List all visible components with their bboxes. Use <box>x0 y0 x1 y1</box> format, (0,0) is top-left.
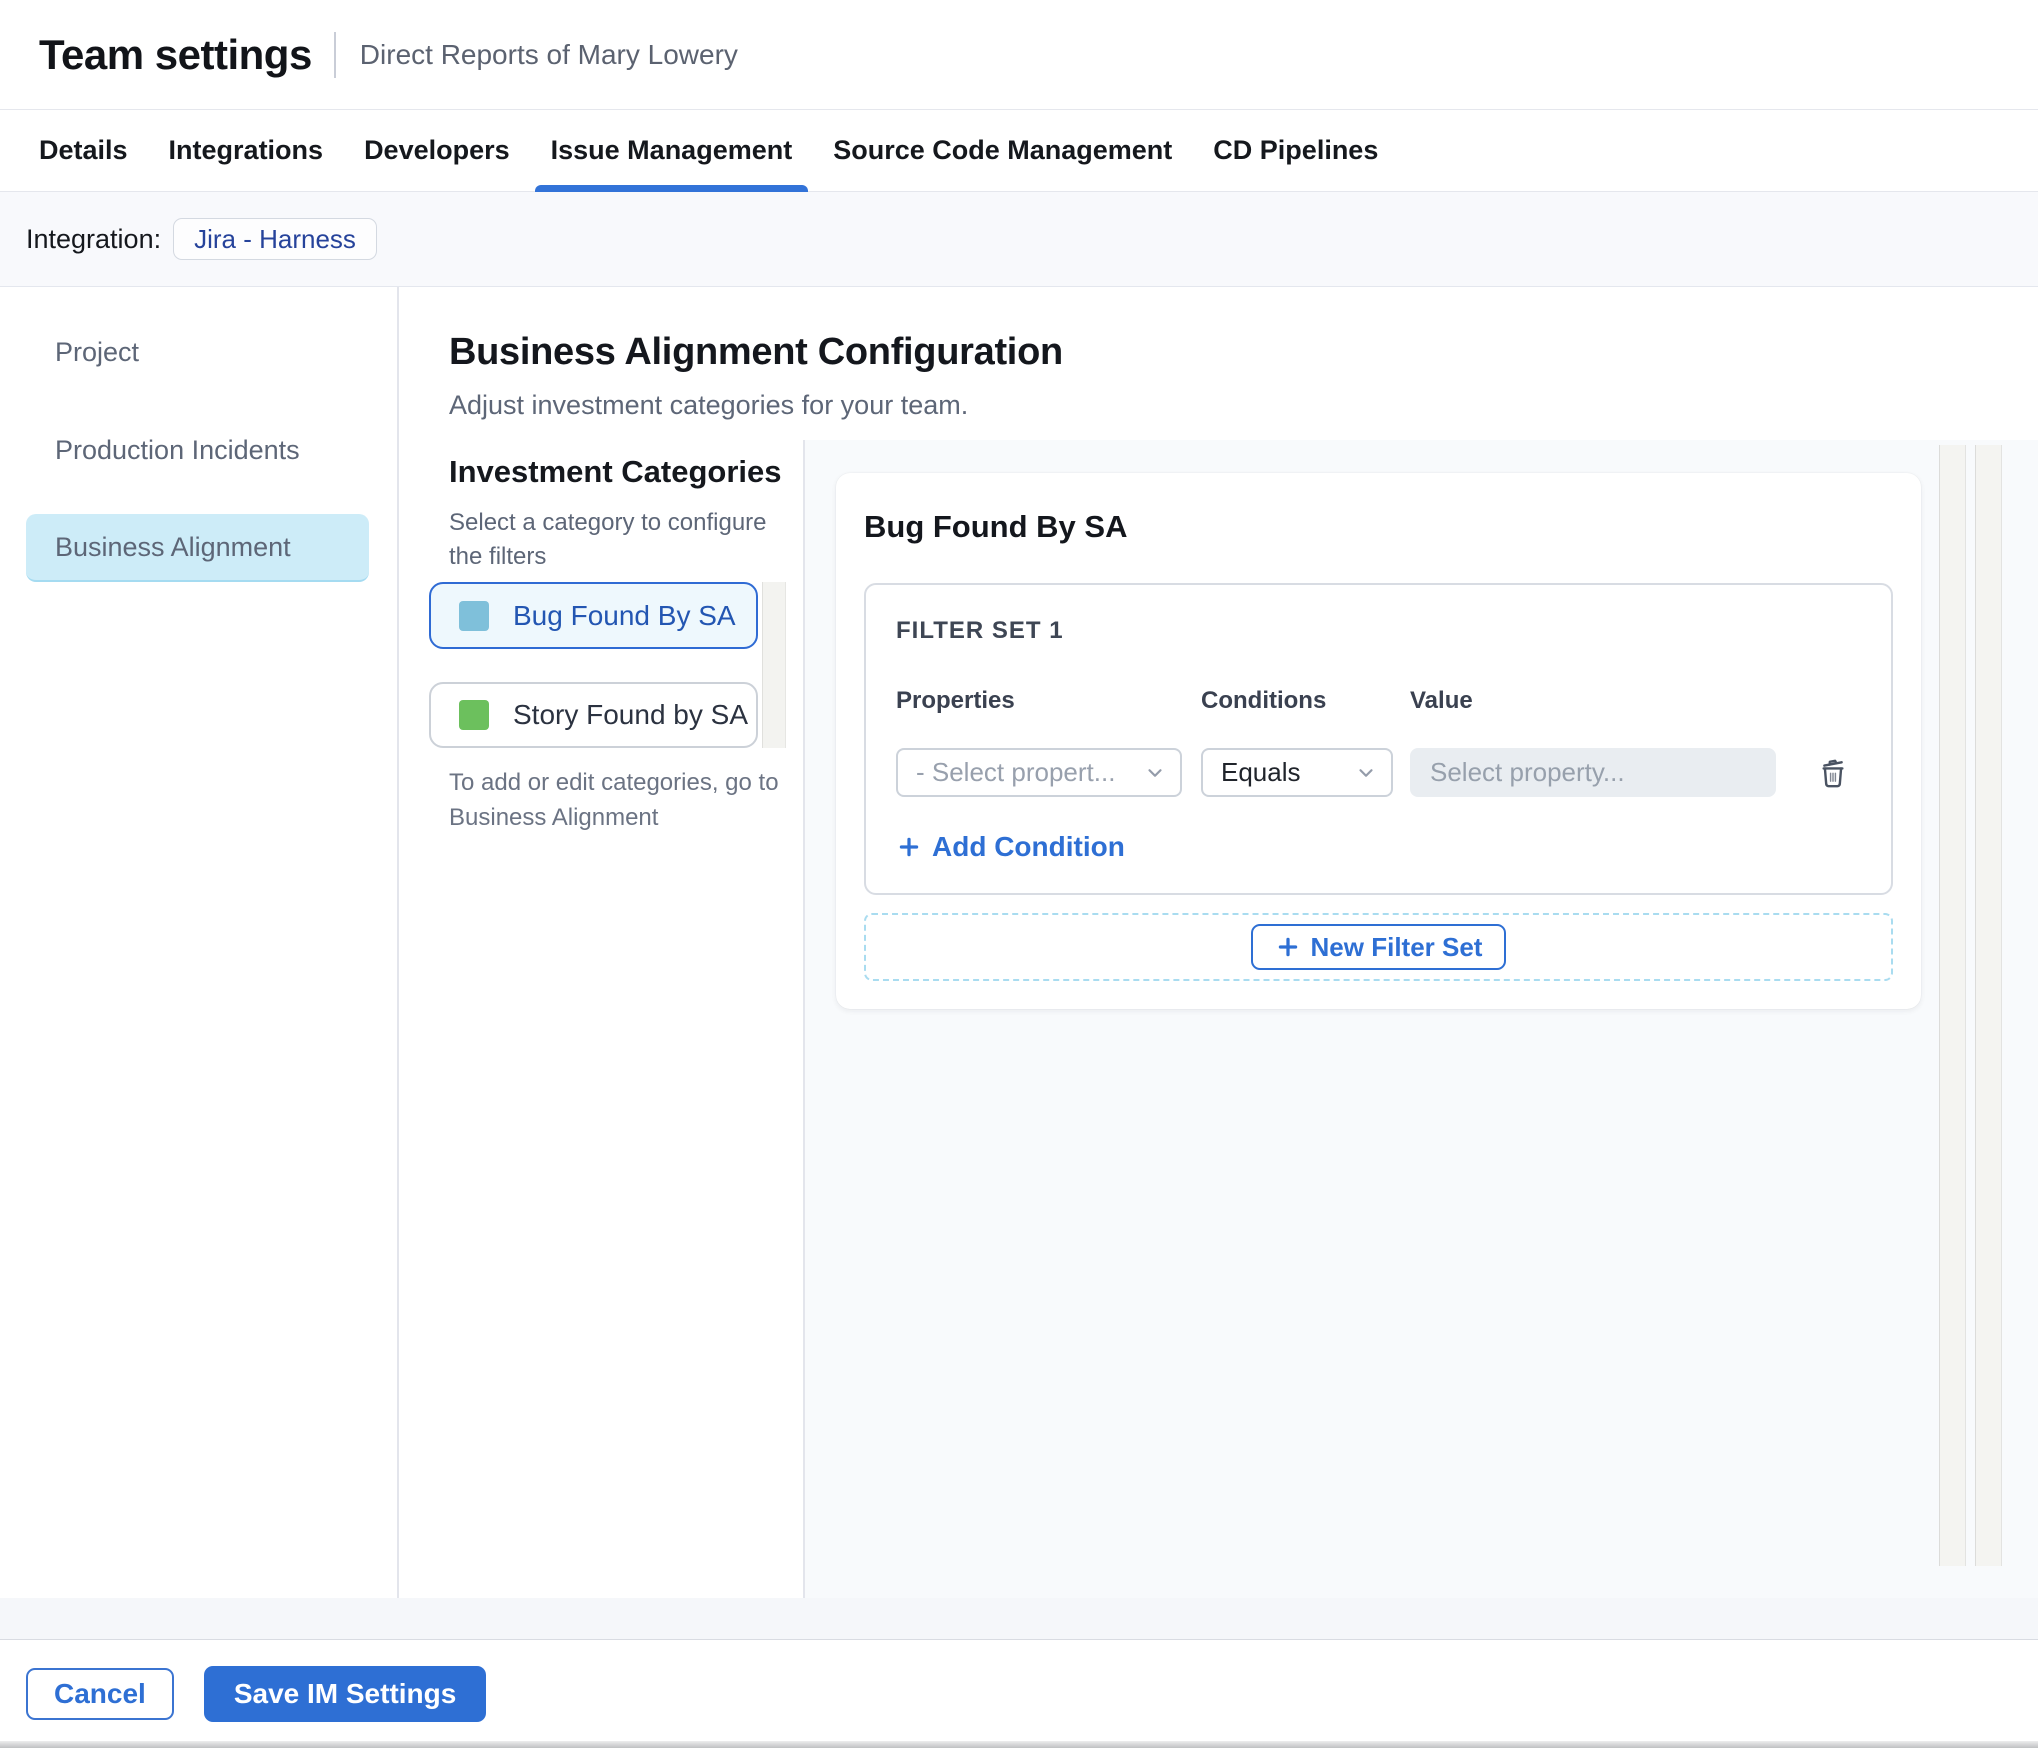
category-config-card: Bug Found By SA FILTER SET 1 Properties … <box>836 473 1921 1009</box>
chevron-down-icon <box>1359 768 1373 777</box>
plus-icon <box>1278 937 1297 957</box>
tab-label: Developers <box>364 135 510 165</box>
filter-column-headers: Properties Conditions Value <box>896 687 1861 715</box>
team-settings-page: Team settings Direct Reports of Mary Low… <box>0 0 2038 1748</box>
new-filter-set-button[interactable]: New Filter Set <box>1250 924 1507 970</box>
tab-label: Source Code Management <box>833 135 1173 165</box>
page-title: Team settings <box>39 30 312 78</box>
tab-label: CD Pipelines <box>1213 135 1379 165</box>
value-column-header: Value <box>1410 687 1473 714</box>
tab-label: Integrations <box>168 135 324 165</box>
tab-details[interactable]: Details <box>23 110 144 191</box>
sidebar-item-project[interactable]: Project <box>0 318 397 386</box>
categories-helper-text: Select a category to configure the filte… <box>449 509 767 571</box>
property-select-value: - Select propert... <box>916 757 1116 787</box>
filter-condition-row: - Select propert... Equals <box>896 748 1861 797</box>
save-im-settings-button[interactable]: Save IM Settings <box>203 1666 487 1722</box>
category-story-found-by-sa[interactable]: Story Found by SA <box>429 682 758 748</box>
add-condition-button[interactable]: Add Condition <box>896 831 1125 863</box>
sidebar-item-business-alignment[interactable]: Business Alignment <box>26 514 369 582</box>
section-header: Business Alignment Configuration Adjust … <box>399 287 2038 440</box>
page-subtitle: Direct Reports of Mary Lowery <box>359 38 738 70</box>
section-title: Business Alignment Configuration <box>449 331 1063 373</box>
category-color-swatch <box>459 700 489 730</box>
title-divider <box>333 31 336 78</box>
category-list-scrollbar[interactable] <box>762 582 786 748</box>
new-filter-set-label: New Filter Set <box>1310 931 1483 962</box>
integration-bar: Integration: Jira - Harness <box>0 192 2038 287</box>
plus-icon <box>899 837 919 857</box>
condition-select-value: Equals <box>1221 757 1301 787</box>
tab-cd-pipelines[interactable]: CD Pipelines <box>1197 110 1394 191</box>
cancel-button[interactable]: Cancel <box>26 1668 174 1720</box>
page-scrollbar[interactable] <box>1975 445 2002 1566</box>
tab-label: Details <box>39 135 128 165</box>
category-config-panel: Bug Found By SA FILTER SET 1 Properties … <box>805 440 2038 1598</box>
add-condition-label: Add Condition <box>932 831 1125 862</box>
chevron-down-icon <box>1148 768 1162 777</box>
investment-categories-column: Investment Categories Select a category … <box>399 440 805 1598</box>
content-bottom-band <box>0 1598 2038 1639</box>
category-bug-found-by-sa[interactable]: Bug Found By SA <box>429 582 758 649</box>
new-filter-set-zone: New Filter Set <box>864 913 1893 981</box>
config-columns: Investment Categories Select a category … <box>399 440 2038 1598</box>
panel-scrollbar[interactable] <box>1939 445 1966 1566</box>
property-select[interactable]: - Select propert... <box>896 748 1182 797</box>
categories-note: To add or edit categories, go to Busines… <box>449 769 779 831</box>
condition-select[interactable]: Equals <box>1201 748 1393 797</box>
category-label: Bug Found By SA <box>513 599 736 631</box>
business-alignment-content: Business Alignment Configuration Adjust … <box>399 287 2038 1598</box>
tab-developers[interactable]: Developers <box>348 110 526 191</box>
tab-source-code-management[interactable]: Source Code Management <box>817 110 1188 191</box>
category-label: Story Found by SA <box>513 699 749 730</box>
delete-condition-button[interactable] <box>1816 756 1850 790</box>
category-color-swatch <box>459 600 489 631</box>
properties-column-header: Properties <box>896 687 1015 714</box>
settings-tabs: Details Integrations Developers Issue Ma… <box>0 110 2038 192</box>
footer-actions: Cancel Save IM Settings <box>0 1639 2038 1748</box>
categories-heading: Investment Categories <box>449 454 782 489</box>
integration-chip[interactable]: Jira - Harness <box>173 218 377 260</box>
main-area: Project Production Incidents Business Al… <box>0 287 2038 1598</box>
filter-set-card: FILTER SET 1 Properties Conditions Value… <box>864 583 1893 895</box>
tab-issue-management[interactable]: Issue Management <box>534 110 809 192</box>
conditions-column-header: Conditions <box>1201 687 1327 714</box>
value-input[interactable] <box>1410 748 1776 797</box>
section-subtitle: Adjust investment categories for your te… <box>449 390 969 420</box>
tab-label: Issue Management <box>550 135 793 165</box>
card-title: Bug Found By SA <box>864 509 1128 544</box>
filter-set-title: FILTER SET 1 <box>896 617 1064 644</box>
page-header: Team settings Direct Reports of Mary Low… <box>0 0 2038 110</box>
tab-integrations[interactable]: Integrations <box>153 110 340 191</box>
trash-icon <box>1822 759 1844 787</box>
integration-label: Integration: <box>26 223 162 254</box>
settings-sidebar: Project Production Incidents Business Al… <box>0 287 399 1598</box>
sidebar-item-production-incidents[interactable]: Production Incidents <box>0 416 397 484</box>
